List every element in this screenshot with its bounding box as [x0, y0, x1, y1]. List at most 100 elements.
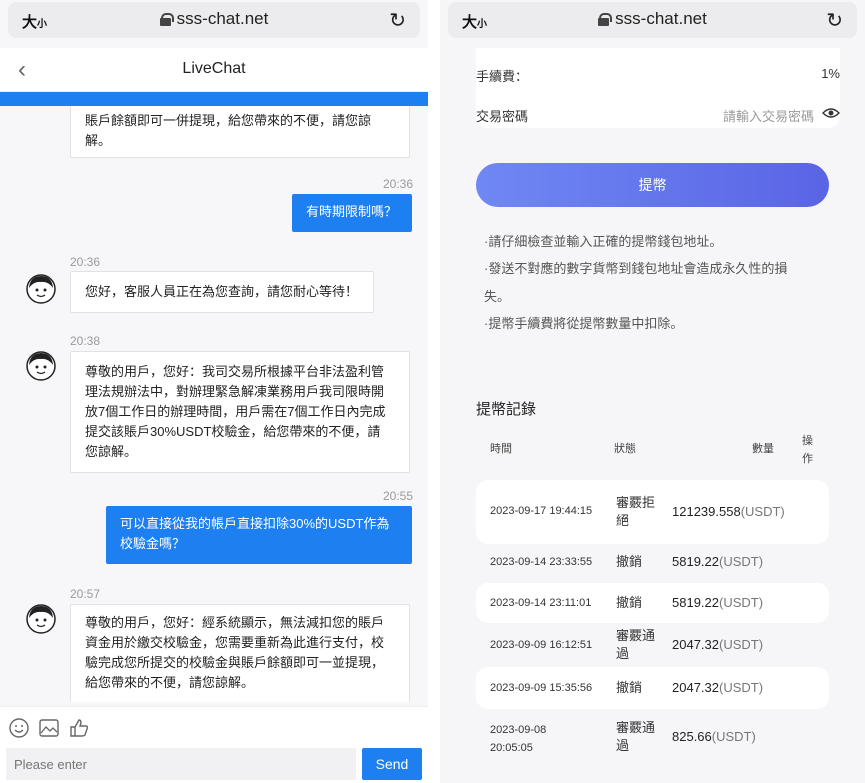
record-status: 審覈通 過 — [616, 719, 655, 755]
record-time: 2023-09-09 16:12:51 — [490, 639, 593, 651]
message-line: 校驗金嗎？ — [120, 536, 186, 551]
record-status-line: 審覈拒 — [616, 495, 656, 510]
amount-unit: (USDT) — [719, 595, 764, 610]
notice-line: ·提幣手續費將從提幣數量中扣除。 — [484, 316, 684, 331]
password-input[interactable]: 請輸入交易密碼 — [723, 106, 814, 125]
user-message: 有時期限制嗎？ — [292, 194, 412, 232]
record-row[interactable]: 2023-09-14 23:33:55 撤銷 5819.22(USDT) — [476, 544, 829, 580]
column-header-action-line: 操 — [802, 435, 813, 447]
record-status: 撤銷 — [616, 595, 643, 610]
record-row[interactable]: 2023-09-14 23:11:01 撤銷 5819.22(USDT) — [476, 583, 829, 623]
browser-address-bar[interactable]: 大小 sss-chat.net ↻ — [8, 2, 420, 38]
message-line: 尊敬的用戶，您好：我司交易所根據平台非法盈利管 — [85, 364, 385, 379]
notice-line: ·請仔細檢查並輸入正確的提幣錢包地址。 — [484, 234, 723, 249]
amount-value: 121239.558 — [672, 504, 741, 519]
thumbs-up-icon[interactable] — [68, 717, 90, 739]
record-status: 審覈拒 絕 — [616, 494, 655, 530]
column-header-status: 狀態 — [614, 443, 636, 455]
record-time: 2023-09-14 23:11:01 — [490, 597, 592, 609]
amount-value: 5819.22 — [672, 595, 719, 610]
amount-value: 825.66 — [672, 729, 712, 744]
message-line: 理法規辦法中，對辦理緊急解凍業務用戶我司限時開 — [85, 384, 385, 399]
record-amount: 5819.22(USDT) — [672, 595, 763, 610]
record-status-line: 審覈通 — [616, 628, 656, 643]
message-line: 賬戶餘額即可一併提現，給您帶來的不便，請您諒 — [85, 113, 372, 128]
image-icon[interactable] — [38, 717, 60, 739]
message-line: 提交該賬戶30%USDT校驗金，給您帶來的不便，請 — [85, 424, 381, 439]
chat-header: ‹ LiveChat — [0, 48, 428, 92]
agent-avatar-icon — [26, 604, 56, 634]
send-button[interactable]: Send — [362, 748, 422, 780]
chat-message-list[interactable]: 賬戶餘額即可一併提現，給您帶來的不便，請您諒 解。 20:36 有時期限制嗎？ … — [0, 106, 428, 702]
agent-message: 尊敬的用戶，您好：我司交易所根據平台非法盈利管 理法規辦法中，對辦理緊急解凍業務… — [70, 351, 410, 473]
agent-message: 賬戶餘額即可一併提現，給您帶來的不便，請您諒 解。 — [70, 106, 410, 158]
record-time: 2023-09-17 19:44:15 — [490, 505, 593, 517]
emoji-icon[interactable] — [8, 717, 30, 739]
amount-value: 5819.22 — [672, 554, 719, 569]
record-amount: 2047.32(USDT) — [672, 680, 763, 695]
lock-icon — [598, 13, 613, 26]
record-row[interactable]: 2023-09-08 20:05:05 審覈通 過 825.66(USDT) — [476, 712, 829, 762]
record-status: 撤銷 — [616, 680, 643, 695]
amount-unit: (USDT) — [740, 504, 785, 519]
url-display[interactable]: sss-chat.net — [448, 9, 857, 29]
amount-unit: (USDT) — [719, 637, 764, 652]
message-timestamp: 20:57 — [70, 587, 101, 601]
reload-icon[interactable]: ↻ — [389, 8, 406, 33]
message-line: 給您帶來的不便，請您諒解。 — [85, 675, 255, 690]
amount-value: 2047.32 — [672, 680, 719, 695]
message-timestamp: 20:36 — [70, 255, 101, 269]
column-header-amount: 數量 — [752, 443, 774, 455]
user-message: 可以直接從我的帳戶直接扣除30%的USDT作為 校驗金嗎？ — [106, 506, 412, 564]
withdraw-form-card: 手續費： 1% 交易密碼 請輸入交易密碼 — [476, 48, 840, 128]
record-row[interactable]: 2023-09-09 15:35:56 撤銷 2047.32(USDT) — [476, 667, 829, 709]
agent-avatar-icon — [26, 351, 56, 381]
message-timestamp: 20:36 — [383, 177, 414, 191]
amount-unit: (USDT) — [719, 554, 764, 569]
column-header-action: 操 作 — [802, 432, 813, 468]
withdraw-screen: 大小 sss-chat.net ↻ 手續費： 1% 交易密碼 請輸入交易密碼 提… — [440, 0, 865, 783]
record-status-line: 過 — [616, 738, 630, 753]
message-line: 資金用於繳交校驗金，您需要重新為此進行支付，校 — [85, 635, 385, 650]
message-line: 放7個工作日的辦理時間，用戶需在7個工作日內完成 — [85, 404, 386, 419]
fee-value: 1% — [821, 66, 840, 81]
browser-address-bar[interactable]: 大小 sss-chat.net ↻ — [448, 2, 857, 38]
lock-icon — [159, 13, 174, 26]
message-input[interactable] — [6, 748, 356, 780]
records-title: 提幣記錄 — [476, 401, 537, 418]
record-status-line: 絕 — [616, 513, 630, 528]
fee-label: 手續費： — [476, 69, 529, 84]
record-time: 2023-09-09 15:35:56 — [490, 682, 593, 694]
withdraw-button[interactable]: 提幣 — [476, 163, 829, 207]
record-time: 2023-09-14 23:33:55 — [490, 556, 593, 568]
message-line: 您諒解。 — [85, 444, 138, 459]
notice-line: 失。 — [484, 289, 511, 304]
chat-input-bar: Send — [0, 706, 428, 783]
column-header-time: 時間 — [490, 443, 512, 455]
record-time-line: 20:05:05 — [490, 742, 533, 754]
agent-avatar-icon — [26, 274, 56, 304]
url-display[interactable]: sss-chat.net — [8, 9, 420, 29]
message-timestamp: 20:55 — [383, 489, 414, 503]
record-time-line: 2023-09-08 — [490, 724, 547, 736]
record-row[interactable]: 2023-09-09 16:12:51 審覈通 過 2047.32(USDT) — [476, 625, 829, 665]
amount-value: 2047.32 — [672, 637, 719, 652]
livechat-screen: 大小 sss-chat.net ↻ ‹ LiveChat 賬戶餘額即可一併提現，… — [0, 0, 428, 783]
amount-unit: (USDT) — [719, 680, 764, 695]
record-status: 撤銷 — [616, 554, 643, 569]
message-line: 解。 — [85, 133, 112, 148]
agent-message: 您好，客服人員正在為您查詢，請您耐心等待！ — [70, 271, 374, 313]
notice-line: ·發送不對應的數字貨幣到錢包地址會造成永久性的損 — [484, 261, 788, 276]
record-row[interactable]: 2023-09-17 19:44:15 審覈拒 絕 121239.558(USD… — [476, 480, 829, 544]
reload-icon[interactable]: ↻ — [826, 8, 843, 33]
record-status-line: 審覈通 — [616, 720, 656, 735]
column-header-action-line: 作 — [802, 453, 813, 465]
record-time: 2023-09-08 20:05:05 — [490, 721, 546, 757]
eye-icon[interactable] — [822, 106, 840, 120]
header-accent-bar — [0, 92, 428, 106]
message-line: 尊敬的用戶，您好：經系統顯示，無法減扣您的賬戶 — [85, 615, 385, 630]
record-status-line: 過 — [616, 646, 630, 661]
message-line: 驗完成您所提交的校驗金與賬戶餘額即可一並提現， — [85, 655, 385, 670]
amount-unit: (USDT) — [711, 729, 756, 744]
record-status: 審覈通 過 — [616, 627, 655, 663]
